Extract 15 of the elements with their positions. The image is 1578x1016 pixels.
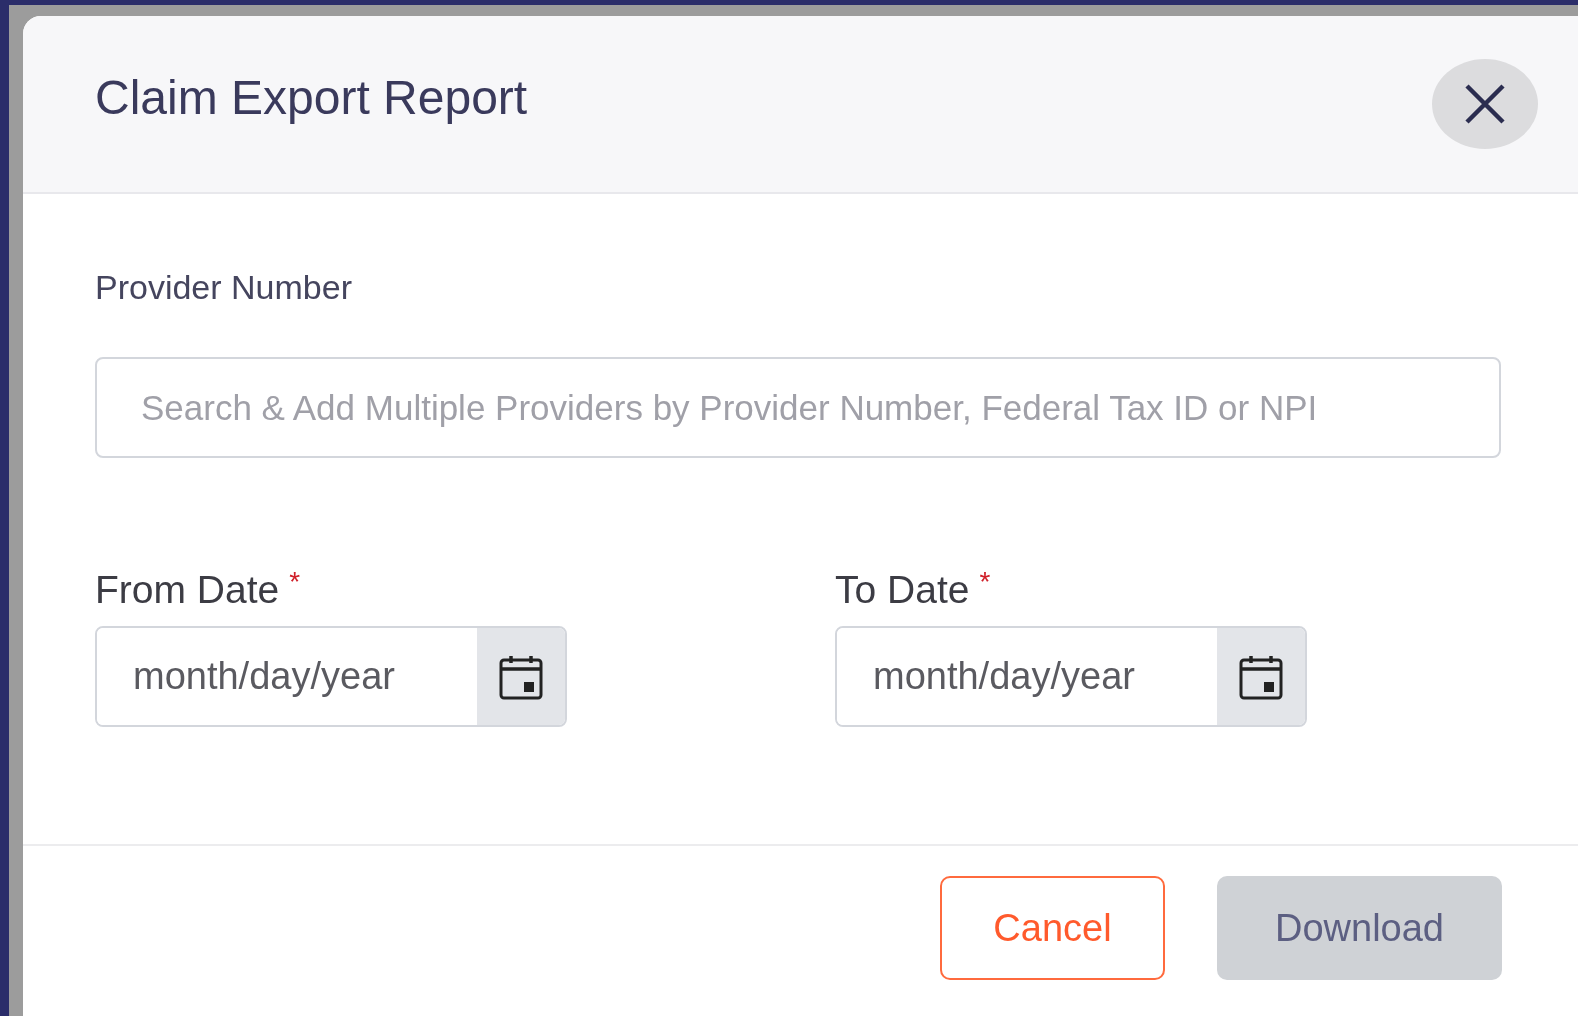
date-field[interactable]: month/day/year bbox=[95, 626, 567, 727]
field-label: To Date bbox=[835, 568, 970, 612]
field-label: From Date bbox=[95, 568, 280, 612]
calendar-icon bbox=[1239, 653, 1283, 700]
required-mark: * bbox=[979, 568, 991, 596]
field-label: Provider Number bbox=[95, 267, 353, 308]
calendar-button[interactable] bbox=[477, 628, 565, 725]
close-icon bbox=[1464, 83, 1506, 125]
search-field[interactable]: Search & Add Multiple Providers by Provider Number, Federal Tax ID or NPI bbox=[95, 357, 1501, 458]
cancel-button[interactable]: Cancel bbox=[940, 876, 1165, 980]
date-field[interactable]: month/day/year bbox=[835, 626, 1307, 727]
required-mark: * bbox=[289, 568, 301, 596]
calendar-icon bbox=[499, 653, 543, 700]
calendar-button[interactable] bbox=[1217, 628, 1305, 725]
dialog-title: Claim Export Report bbox=[95, 70, 528, 126]
